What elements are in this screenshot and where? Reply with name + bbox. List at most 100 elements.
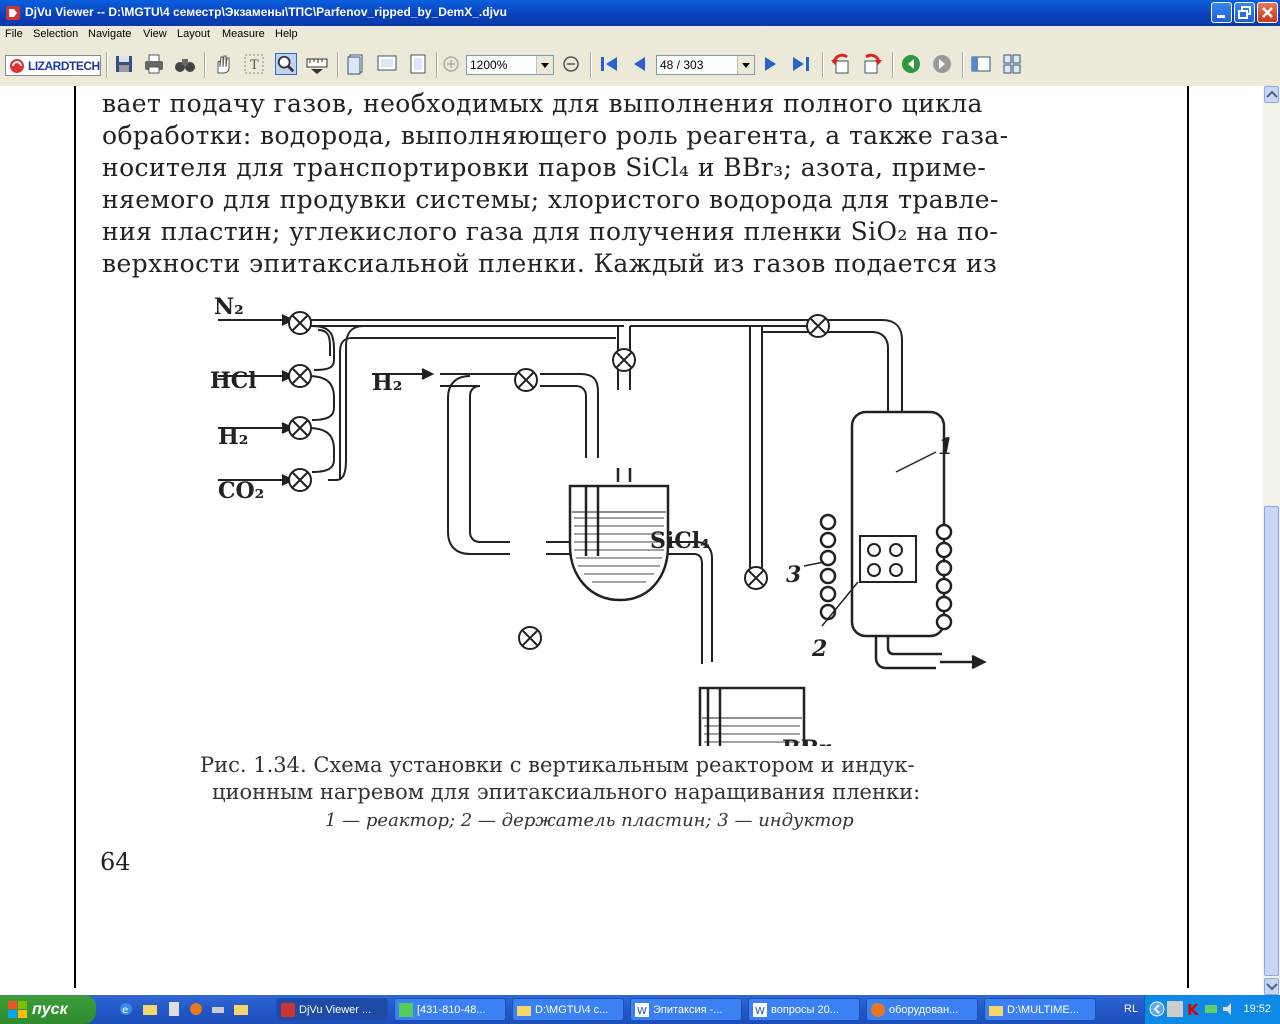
last-page-icon[interactable] <box>790 53 812 75</box>
tray-app-icon[interactable] <box>1167 1001 1183 1017</box>
valves <box>288 311 830 650</box>
network-quicklaunch-icon[interactable] <box>210 1001 226 1017</box>
task-word-epitaxy[interactable]: W Эпитаксия -... <box>630 998 742 1021</box>
menu-help[interactable]: Help <box>275 28 298 40</box>
document-viewport[interactable]: вает подачу газов, необходимых для выпол… <box>0 86 1263 995</box>
thumbnails-panel-icon[interactable] <box>970 53 992 75</box>
fit-page-icon[interactable] <box>407 53 429 75</box>
minimize-icon <box>1217 15 1225 18</box>
label-co2: CO₂ <box>218 478 264 504</box>
ie-quicklaunch-icon[interactable]: e <box>118 1001 134 1017</box>
zoom-dropdown-arrow[interactable] <box>536 56 553 74</box>
zoom-in-icon[interactable] <box>440 53 462 75</box>
lizardtech-logo[interactable]: LIZARDTECH <box>5 55 101 76</box>
label-h2-mid: H₂ <box>372 370 402 396</box>
word-task-icon: W <box>635 1003 649 1017</box>
toolbar-separator <box>590 52 592 78</box>
toolbar-separator <box>106 52 108 78</box>
close-button[interactable] <box>1257 2 1278 23</box>
task-spreadsheet[interactable]: [431-810-48... <box>394 998 506 1021</box>
zoom-magnifier-icon[interactable] <box>275 53 297 75</box>
task-label: Эпитаксия -... <box>653 1004 723 1016</box>
menu-selection[interactable]: Selection <box>33 28 78 40</box>
scrollbar-thumb[interactable] <box>1264 506 1279 976</box>
svg-text:W: W <box>755 1006 765 1017</box>
svg-text:W: W <box>637 1006 647 1017</box>
measure-ruler-icon[interactable] <box>306 53 328 75</box>
clock[interactable]: 19:52 <box>1243 1003 1271 1015</box>
task-folder-mgtu[interactable]: D:\MGTU\4 с... <box>512 998 624 1021</box>
page-dropdown-arrow[interactable] <box>737 56 754 74</box>
start-button[interactable]: пуск <box>0 995 96 1024</box>
toolbar-separator <box>337 52 339 78</box>
label-h2-left: H₂ <box>218 424 248 450</box>
back-icon[interactable] <box>900 53 922 75</box>
firefox-quicklaunch-icon[interactable] <box>188 1001 204 1017</box>
scroll-down-button[interactable] <box>1264 978 1279 995</box>
djvu-task-icon <box>281 1003 295 1017</box>
single-page-icon[interactable] <box>345 53 367 75</box>
folder-quicklaunch-icon[interactable] <box>142 1001 158 1017</box>
body-line: носителя для транспортировки паров SiCl₄… <box>102 153 987 182</box>
scroll-up-button[interactable] <box>1264 86 1279 103</box>
grid-layout-icon[interactable] <box>1001 53 1023 75</box>
minimize-button[interactable] <box>1211 2 1232 23</box>
antivirus-tray-icon[interactable]: K <box>1185 1001 1201 1017</box>
zoom-value: 1200% <box>470 58 508 72</box>
menu-layout[interactable]: Layout <box>177 28 210 40</box>
title-bar: DjVu Viewer -- D:\MGTU\4 семестр\Экзамен… <box>0 0 1280 26</box>
scroll-up-icon <box>1266 90 1278 98</box>
toolbar-separator <box>822 52 824 78</box>
label-number-1: 1 <box>938 434 953 460</box>
maximize-button[interactable] <box>1234 2 1255 23</box>
page-combobox[interactable]: 48 / 303 <box>656 55 755 75</box>
tray-expand-icon[interactable] <box>1149 1001 1165 1017</box>
media-quicklaunch-icon[interactable] <box>166 1001 182 1017</box>
page-value: 48 / 303 <box>660 58 704 72</box>
menu-measure[interactable]: Measure <box>222 28 265 40</box>
task-label: D:\MGTU\4 с... <box>535 1004 609 1016</box>
rotate-right-icon[interactable] <box>861 53 883 75</box>
next-page-icon[interactable] <box>760 53 782 75</box>
toolbar-separator <box>962 52 964 78</box>
start-label: пуск <box>32 1001 68 1018</box>
folder-task-icon <box>989 1006 1003 1016</box>
svg-text:T: T <box>250 58 259 73</box>
zoom-out-icon[interactable] <box>560 53 582 75</box>
folder-task-icon <box>517 1006 531 1016</box>
network-tray-icon[interactable] <box>1203 1001 1219 1017</box>
text-select-icon[interactable]: T <box>243 53 265 75</box>
explorer-quicklaunch-icon[interactable] <box>233 1001 249 1017</box>
page-right-edge <box>1187 86 1189 988</box>
save-icon[interactable] <box>113 53 135 75</box>
task-label: DjVu Viewer ... <box>299 1004 372 1016</box>
hand-pan-icon[interactable] <box>212 53 234 75</box>
menu-view[interactable]: View <box>143 28 167 40</box>
task-firefox[interactable]: оборудован... <box>866 998 978 1021</box>
forward-icon[interactable] <box>931 53 953 75</box>
menu-navigate[interactable]: Navigate <box>88 28 131 40</box>
volume-tray-icon[interactable] <box>1221 1001 1237 1017</box>
previous-page-icon[interactable] <box>628 53 650 75</box>
page-number: 64 <box>100 848 131 876</box>
reactor <box>850 410 987 670</box>
label-number-3: 3 <box>786 562 801 588</box>
svg-text:e: e <box>122 1005 128 1016</box>
menu-file[interactable]: File <box>5 28 23 40</box>
vertical-scrollbar[interactable] <box>1263 86 1280 995</box>
task-folder-multimedia[interactable]: D:\MULTIME... <box>984 998 1096 1021</box>
find-binoculars-icon[interactable] <box>174 53 196 75</box>
rotate-left-icon[interactable] <box>830 53 852 75</box>
task-word-questions[interactable]: Wвопросы 20... <box>748 998 860 1021</box>
toolbar-separator <box>204 52 206 78</box>
scroll-down-icon <box>1266 983 1278 991</box>
first-page-icon[interactable] <box>598 53 620 75</box>
close-icon <box>1262 7 1273 18</box>
task-label: вопросы 20... <box>771 1004 839 1016</box>
print-icon[interactable] <box>143 53 165 75</box>
zoom-combobox[interactable]: 1200% <box>466 55 554 75</box>
language-indicator[interactable]: RL <box>1124 1003 1138 1015</box>
task-djvu-viewer[interactable]: DjVu Viewer ... <box>276 998 388 1021</box>
label-number-2: 2 <box>811 636 827 662</box>
fit-width-icon[interactable] <box>376 53 398 75</box>
